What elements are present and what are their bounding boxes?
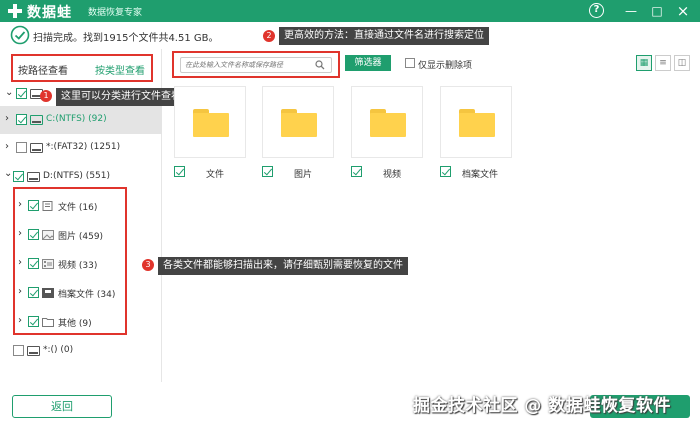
app-subtitle: 数据恢复专家 [88,8,143,18]
tree-checkbox[interactable] [28,258,39,269]
tree-row-label: 其他 (9) [58,319,92,329]
callout-badge-3: 3 [142,259,154,271]
folder-checkbox[interactable] [174,166,185,177]
video-icon [42,259,54,269]
folder-icon [281,109,317,137]
tree-checkbox[interactable] [13,345,24,356]
callout-tooltip-3: 各类文件都能够扫描出来，请仔细甄别需要恢复的文件 [158,257,408,275]
file-icon [42,201,53,211]
tree-row-label: C:(NTFS) (92) [46,114,107,124]
chevron-right-icon[interactable]: › [18,257,22,268]
scan-complete-icon [10,25,30,45]
chevron-right-icon[interactable]: › [18,286,22,297]
view-by-type-tab[interactable]: 按类型查看 [95,62,145,77]
app-logo-icon [8,4,22,18]
chevron-right-icon[interactable]: › [5,141,9,152]
tree-row-c-drive[interactable]: › C:(NTFS) (92) [0,106,162,134]
back-button[interactable]: 返回 [12,395,112,418]
drive-icon [30,143,43,153]
search-highlight-box [172,51,340,78]
image-icon [42,230,54,240]
chevron-down-icon[interactable]: ⌄ [5,87,13,98]
view-by-path-tab[interactable]: 按路径查看 [18,62,68,77]
tree-checkbox[interactable] [28,200,39,211]
maximize-button[interactable]: □ [648,2,666,20]
tree-checkbox[interactable] [16,88,27,99]
folder-tile-files[interactable] [174,86,246,158]
tree-row-label: D:(NTFS) (551) [43,171,111,181]
show-deleted-label: 仅显示删除项 [418,61,473,71]
tree-row-label: *:(FAT32) (1251) [46,142,121,152]
archive-icon [42,288,54,298]
chevron-right-icon[interactable]: › [18,315,22,326]
folder-tile-images[interactable] [262,86,334,158]
chevron-right-icon[interactable]: › [5,113,9,124]
folder-icon [370,109,406,137]
callout-tooltip-2: 更高效的方法：直接通过文件名进行搜索定位 [279,27,489,45]
tree-checkbox[interactable] [28,287,39,298]
search-icon[interactable] [315,60,325,70]
tree-row-category-files[interactable]: › 文件 (16) [0,196,162,216]
folder-tile-archives[interactable] [440,86,512,158]
minimize-button[interactable]: — [622,2,640,20]
detail-view-icon[interactable]: ◫ [674,55,690,71]
chevron-right-icon[interactable]: › [18,228,22,239]
callout-badge-1: 1 [40,90,52,102]
folder-label: 文件 [206,170,225,180]
chevron-right-icon[interactable]: › [18,199,22,210]
tree-row-category-archives[interactable]: › 档案文件 (34) [0,283,162,303]
chevron-down-icon[interactable]: ⌄ [4,168,12,179]
folder-icon [459,109,495,137]
callout-badge-2: 2 [263,30,275,42]
title-bar: 数据蛙 数据恢复专家 ? — □ × [0,0,700,22]
folder-checkbox[interactable] [440,166,451,177]
folder-label: 图片 [294,170,313,180]
tree-row-category-videos[interactable]: › 视频 (33) [0,254,162,274]
tree-checkbox[interactable] [16,142,27,153]
callout-tooltip-1: 这里可以分类进行文件查看 [56,88,186,106]
list-view-icon[interactable]: ≡ [655,55,671,71]
filter-button[interactable]: 筛选器 [345,55,391,71]
folder-label: 档案文件 [462,170,499,180]
folder-label: 视频 [383,170,402,180]
tree-row-label: 档案文件 (34) [58,290,116,300]
folder-icon [193,109,229,137]
drive-icon [27,346,40,356]
close-button[interactable]: × [674,2,692,20]
tree-row-category-other[interactable]: › 其他 (9) [0,312,162,332]
tree-row-empty-drive[interactable]: *:() (0) [0,341,162,361]
folder-checkbox[interactable] [262,166,273,177]
drive-icon [27,172,40,182]
tree-checkbox[interactable] [28,316,39,327]
view-switch: 按路径查看 按类型查看 [11,54,153,82]
tree-row-fat32-drive[interactable]: › *:(FAT32) (1251) [0,138,162,158]
tree-row-label: 视频 (33) [58,261,98,271]
tree-row-label: 图片 (459) [58,232,104,242]
grid-view-icon[interactable]: ▦ [636,55,652,71]
tree-row-category-images[interactable]: › 图片 (459) [0,225,162,245]
scan-status-text: 扫描完成。找到1915个文件共4.51 GB。 [33,33,219,44]
tree-checkbox[interactable] [16,114,27,125]
tree-row-label: 文件 (16) [58,203,98,213]
tree-row-d-drive[interactable]: ⌄ D:(NTFS) (551) [0,167,162,187]
drive-icon [30,115,43,125]
help-icon[interactable]: ? [589,3,604,18]
watermark: 掘金技术社区 @ 数据蛙恢复软件 [413,396,671,416]
tree-checkbox[interactable] [28,229,39,240]
show-deleted-checkbox[interactable] [405,58,415,68]
folder-icon [42,318,54,327]
app-name: 数据蛙 [27,5,72,21]
search-input[interactable] [180,57,332,73]
folder-tile-videos[interactable] [351,86,423,158]
tree-row-label: *:() (0) [43,345,74,355]
folder-checkbox[interactable] [351,166,362,177]
tree-checkbox[interactable] [13,171,24,182]
